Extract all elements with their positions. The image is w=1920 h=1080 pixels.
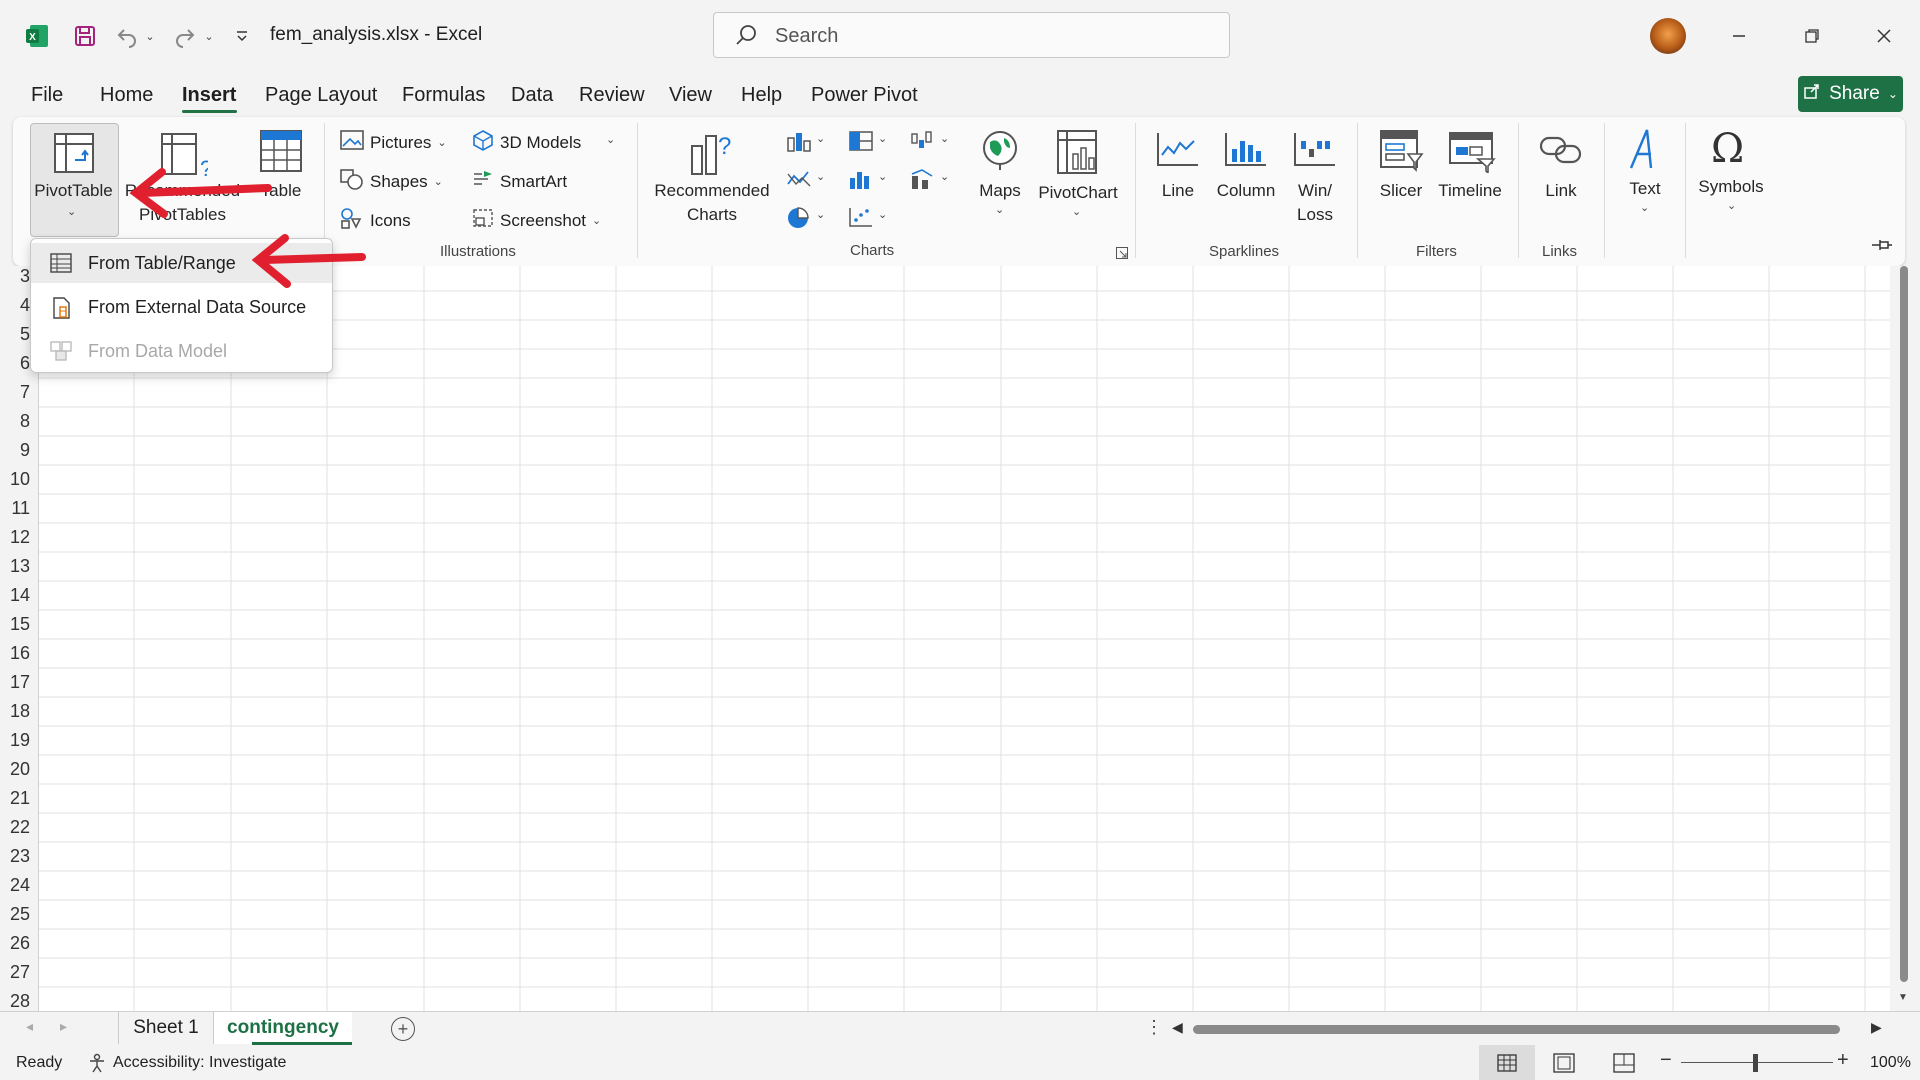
annotation-arrows (129, 168, 366, 288)
annotation-arrow (129, 168, 272, 218)
annotation-arrow (251, 234, 366, 288)
